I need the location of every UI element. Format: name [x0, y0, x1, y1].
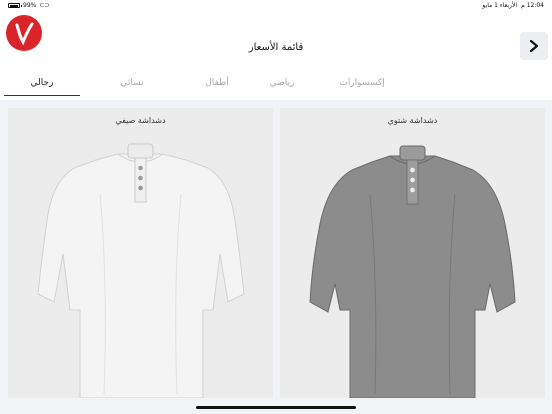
home-indicator[interactable]	[196, 406, 356, 409]
product-card-winter[interactable]: دشداشة شتوي	[280, 108, 545, 398]
status-time: 12:04 م	[521, 2, 544, 9]
tab-kids[interactable]: أطفال	[187, 70, 247, 96]
summer-dishdasha-image	[37, 143, 245, 398]
back-button[interactable]	[520, 32, 548, 60]
product-label: دشداشة شتوي	[387, 116, 438, 125]
page-title: قائمة الأسعار	[248, 42, 304, 53]
battery-icon	[8, 3, 22, 8]
product-grid: دشداشة شتوي دشداشة صيفي	[0, 100, 552, 414]
tab-sports[interactable]: رياضي	[252, 70, 312, 96]
tab-accessories[interactable]: إكسسوارات	[322, 70, 402, 96]
status-right: 12:04 م الأربعاء 1 مايو	[482, 2, 544, 9]
category-tabs: إكسسوارات رياضي أطفال نسائي رجالي	[0, 70, 552, 96]
product-label: دشداشة صيفي	[115, 116, 166, 125]
winter-dishdasha-image	[309, 145, 516, 398]
link-icon: ⊂⊃	[39, 2, 50, 9]
status-bar: 99% ⊂⊃ 12:04 م الأربعاء 1 مايو	[0, 0, 552, 12]
tab-women[interactable]: نسائي	[92, 70, 172, 96]
header: قائمة الأسعار	[0, 12, 552, 70]
status-left: 99% ⊂⊃	[8, 2, 49, 9]
chevron-right-icon	[529, 39, 539, 53]
battery-level: 99%	[23, 2, 37, 9]
tab-men[interactable]: رجالي	[4, 70, 80, 96]
status-date: الأربعاء 1 مايو	[482, 2, 518, 9]
product-card-summer[interactable]: دشداشة صيفي	[8, 108, 273, 398]
